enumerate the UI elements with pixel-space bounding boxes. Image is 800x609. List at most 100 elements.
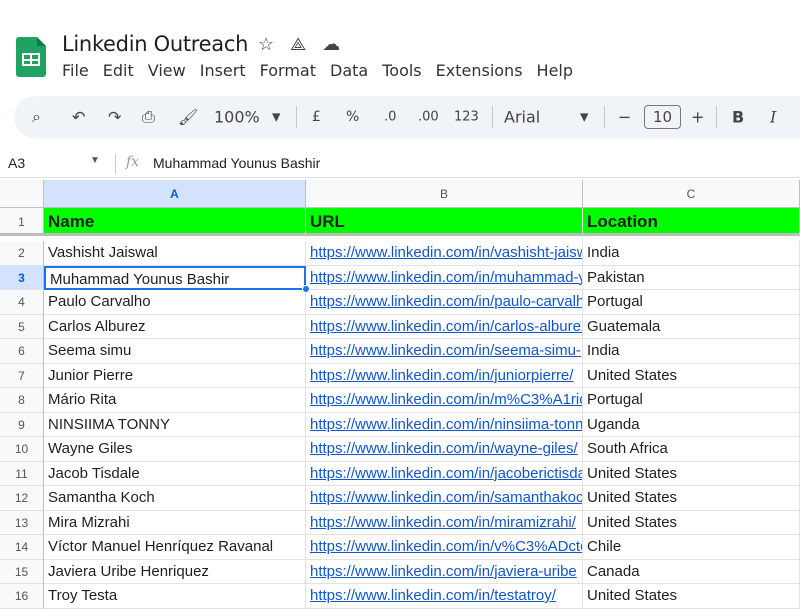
url-cell[interactable]: https://www.linkedin.com/in/samanthakoch — [306, 486, 583, 511]
menu-extensions[interactable]: Extensions — [436, 61, 523, 80]
name-cell[interactable]: Muhammad Younus Bashir — [44, 265, 306, 290]
location-cell[interactable]: United States — [583, 486, 800, 511]
location-cell[interactable]: United States — [583, 363, 800, 388]
paint-format-icon[interactable]: 🖌 — [178, 108, 198, 127]
name-cell[interactable]: Troy Testa — [44, 584, 306, 609]
menu-view[interactable]: View — [148, 61, 186, 80]
row-header[interactable]: 15 — [0, 559, 44, 584]
url-cell[interactable]: https://www.linkedin.com/in/wayne-giles/ — [306, 437, 583, 462]
name-box[interactable]: A3 — [8, 155, 25, 171]
url-cell[interactable]: https://www.linkedin.com/in/seema-simu- — [306, 339, 583, 364]
name-cell[interactable]: Javiera Uribe Henriquez — [44, 559, 306, 584]
zoom-select[interactable]: 100% — [214, 108, 260, 127]
location-cell[interactable]: Portugal — [583, 388, 800, 413]
menu-tools[interactable]: Tools — [382, 61, 421, 80]
name-cell[interactable]: Junior Pierre — [44, 363, 306, 388]
name-cell[interactable]: Samantha Koch — [44, 486, 306, 511]
location-cell[interactable]: Pakistan — [583, 265, 800, 290]
row-header[interactable]: 13 — [0, 510, 44, 535]
menu-data[interactable]: Data — [330, 61, 368, 80]
name-cell[interactable]: Wayne Giles — [44, 437, 306, 462]
url-cell[interactable]: https://www.linkedin.com/in/vashisht-jai… — [306, 241, 583, 266]
url-cell[interactable]: https://www.linkedin.com/in/javiera-urib… — [306, 559, 583, 584]
italic-button[interactable]: I — [770, 108, 776, 127]
star-icon[interactable]: ☆ — [258, 34, 274, 55]
search-icon[interactable]: ⌕ — [32, 107, 41, 127]
location-cell[interactable]: United States — [583, 510, 800, 535]
name-cell[interactable]: Víctor Manuel Henríquez Ravanal — [44, 535, 306, 560]
row-header[interactable]: 11 — [0, 461, 44, 486]
row-header[interactable]: 1 — [0, 208, 44, 236]
url-cell[interactable]: https://www.linkedin.com/in/ninsiima-ton… — [306, 412, 583, 437]
name-box-chevron-icon[interactable]: ▼ — [90, 155, 100, 166]
name-cell[interactable]: Jacob Tisdale — [44, 461, 306, 486]
number-format-button[interactable]: 123 — [454, 110, 479, 125]
name-cell[interactable]: Seema simu — [44, 339, 306, 364]
location-cell[interactable]: Portugal — [583, 290, 800, 315]
row-header[interactable]: 8 — [0, 388, 44, 413]
move-to-drive-icon[interactable]: ⟁ — [290, 34, 306, 55]
menu-format[interactable]: Format — [260, 61, 316, 80]
url-cell[interactable]: https://www.linkedin.com/in/carlos-albur… — [306, 314, 583, 339]
increase-decimal-button[interactable]: .00 — [418, 110, 439, 125]
url-cell[interactable]: https://www.linkedin.com/in/v%C3%ADctor — [306, 535, 583, 560]
url-cell[interactable]: https://www.linkedin.com/in/muhammad-you… — [306, 265, 583, 290]
select-all-corner[interactable] — [0, 180, 44, 208]
row-header[interactable]: 16 — [0, 584, 44, 609]
font-size-input[interactable]: 10 — [644, 105, 682, 129]
name-cell[interactable]: Vashisht Jaiswal — [44, 241, 306, 266]
redo-icon[interactable]: ↷ — [108, 108, 121, 127]
document-title[interactable]: Linkedin Outreach — [62, 32, 248, 56]
row-header[interactable]: 10 — [0, 437, 44, 462]
row-header[interactable]: 6 — [0, 339, 44, 364]
menu-file[interactable]: File — [62, 61, 89, 80]
cloud-saved-icon[interactable]: ☁ — [322, 34, 340, 55]
menu-edit[interactable]: Edit — [103, 61, 134, 80]
increase-font-button[interactable]: + — [691, 108, 704, 127]
name-cell[interactable]: Mira Mizrahi — [44, 510, 306, 535]
url-cell[interactable]: https://www.linkedin.com/in/juniorpierre… — [306, 363, 583, 388]
font-select[interactable]: Arial — [504, 108, 540, 127]
chevron-down-icon[interactable]: ▼ — [272, 111, 280, 124]
row-header[interactable]: 12 — [0, 486, 44, 511]
percent-button[interactable]: % — [346, 109, 359, 125]
header-name[interactable]: Name — [44, 208, 306, 236]
location-cell[interactable]: South Africa — [583, 437, 800, 462]
column-header-a[interactable]: A — [44, 180, 306, 208]
row-header[interactable]: 2 — [0, 241, 44, 266]
row-header[interactable]: 4 — [0, 290, 44, 315]
column-header-b[interactable]: B — [306, 180, 583, 208]
row-header[interactable]: 5 — [0, 314, 44, 339]
location-cell[interactable]: Chile — [583, 535, 800, 560]
font-chevron-icon[interactable]: ▼ — [580, 111, 588, 124]
menu-insert[interactable]: Insert — [200, 61, 246, 80]
url-cell[interactable]: https://www.linkedin.com/in/jacoberictis… — [306, 461, 583, 486]
column-header-c[interactable]: C — [583, 180, 800, 208]
row-header[interactable]: 14 — [0, 535, 44, 560]
location-cell[interactable]: United States — [583, 461, 800, 486]
formula-input[interactable]: Muhammad Younus Bashir — [153, 155, 320, 171]
url-cell[interactable]: https://www.linkedin.com/in/m%C3%A1rio-r… — [306, 388, 583, 413]
name-cell[interactable]: Carlos Alburez — [44, 314, 306, 339]
row-header[interactable]: 3 — [0, 265, 44, 290]
decrease-decimal-button[interactable]: .0 — [384, 110, 396, 125]
sheets-logo[interactable] — [16, 37, 46, 77]
decrease-font-button[interactable]: − — [618, 108, 631, 127]
print-icon[interactable]: ⎙ — [142, 107, 155, 127]
header-location[interactable]: Location — [583, 208, 800, 236]
location-cell[interactable]: India — [583, 241, 800, 266]
fill-handle[interactable] — [302, 285, 310, 293]
row-header[interactable]: 9 — [0, 412, 44, 437]
name-cell[interactable]: Paulo Carvalho — [44, 290, 306, 315]
header-url[interactable]: URL — [306, 208, 583, 236]
name-cell[interactable]: NINSIIMA TONNY — [44, 412, 306, 437]
location-cell[interactable]: Uganda — [583, 412, 800, 437]
location-cell[interactable]: United States — [583, 584, 800, 609]
location-cell[interactable]: Guatemala — [583, 314, 800, 339]
bold-button[interactable]: B — [732, 108, 744, 127]
location-cell[interactable]: Canada — [583, 559, 800, 584]
currency-button[interactable]: £ — [312, 109, 321, 125]
menu-help[interactable]: Help — [537, 61, 573, 80]
row-header[interactable]: 7 — [0, 363, 44, 388]
url-cell[interactable]: https://www.linkedin.com/in/miramizrahi/ — [306, 510, 583, 535]
